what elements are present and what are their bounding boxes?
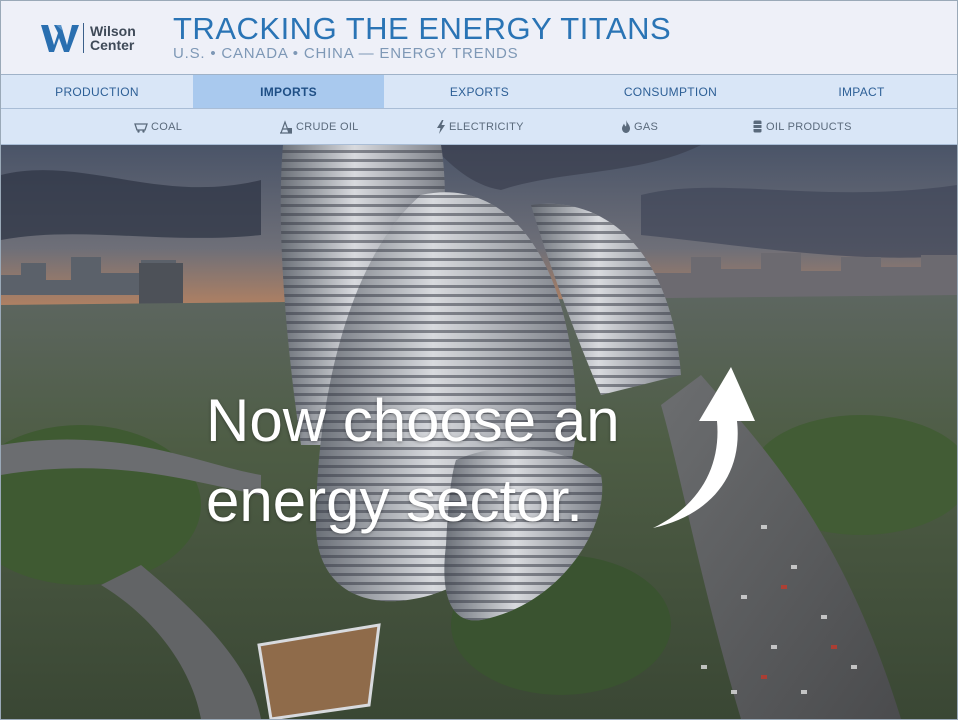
up-arrow-icon bbox=[653, 367, 755, 528]
sector-electricity[interactable]: ELECTRICITY bbox=[436, 109, 524, 144]
oil-barrel-icon bbox=[752, 120, 763, 134]
tab-consumption[interactable]: CONSUMPTION bbox=[575, 75, 766, 108]
tab-label: IMPACT bbox=[838, 84, 885, 99]
sector-label: GAS bbox=[634, 120, 659, 133]
sector-oil-products[interactable]: OIL PRODUCTS bbox=[752, 109, 852, 144]
sector-label: ELECTRICITY bbox=[449, 120, 524, 133]
wilson-center-logo[interactable]: Wilson Center bbox=[41, 23, 136, 53]
lightning-icon bbox=[436, 119, 446, 134]
tab-impact[interactable]: IMPACT bbox=[766, 75, 957, 108]
prompt-line-1: Now choose an bbox=[206, 387, 620, 454]
site-header: Wilson Center TRACKING THE ENERGY TITANS… bbox=[1, 1, 957, 75]
sector-label: CRUDE OIL bbox=[296, 120, 359, 133]
tab-production[interactable]: PRODUCTION bbox=[1, 75, 193, 108]
tab-imports[interactable]: IMPORTS bbox=[193, 75, 384, 108]
app-window: Wilson Center TRACKING THE ENERGY TITANS… bbox=[0, 0, 958, 720]
tab-label: CONSUMPTION bbox=[623, 84, 718, 99]
logo-wordmark: Wilson Center bbox=[90, 24, 136, 52]
sector-label: COAL bbox=[151, 120, 183, 133]
tab-label: IMPORTS bbox=[260, 84, 317, 99]
tab-label: EXPORTS bbox=[449, 84, 510, 99]
sector-crude-oil[interactable]: CRUDE OIL bbox=[279, 109, 359, 144]
wilson-w-icon bbox=[41, 23, 79, 53]
coal-cart-icon bbox=[134, 120, 148, 134]
sector-coal[interactable]: COAL bbox=[134, 109, 182, 144]
page-title: TRACKING THE ENERGY TITANS bbox=[173, 11, 672, 46]
sector-label: OIL PRODUCTS bbox=[766, 120, 852, 133]
tab-label: PRODUCTION bbox=[55, 84, 139, 99]
hero-prompt: Now choose an energy sector. bbox=[206, 381, 620, 541]
hero-image: Now choose an energy sector. bbox=[1, 145, 957, 719]
oil-pump-icon bbox=[279, 119, 293, 134]
flame-icon bbox=[620, 120, 631, 134]
page-subtitle: U.S. • CANADA • CHINA — ENERGY TRENDS bbox=[173, 45, 519, 62]
primary-nav: PRODUCTION IMPORTS EXPORTS CONSUMPTION I… bbox=[1, 75, 957, 109]
tab-exports[interactable]: EXPORTS bbox=[384, 75, 575, 108]
sector-gas[interactable]: GAS bbox=[620, 109, 658, 144]
logo-line-2: Center bbox=[90, 37, 135, 53]
prompt-line-2: energy sector. bbox=[206, 467, 583, 534]
logo-divider bbox=[83, 23, 84, 53]
logo-line-1: Wilson bbox=[90, 23, 136, 39]
sector-nav: COAL CRUDE OIL ELECTRICITY GAS OIL PRODU… bbox=[1, 109, 957, 145]
